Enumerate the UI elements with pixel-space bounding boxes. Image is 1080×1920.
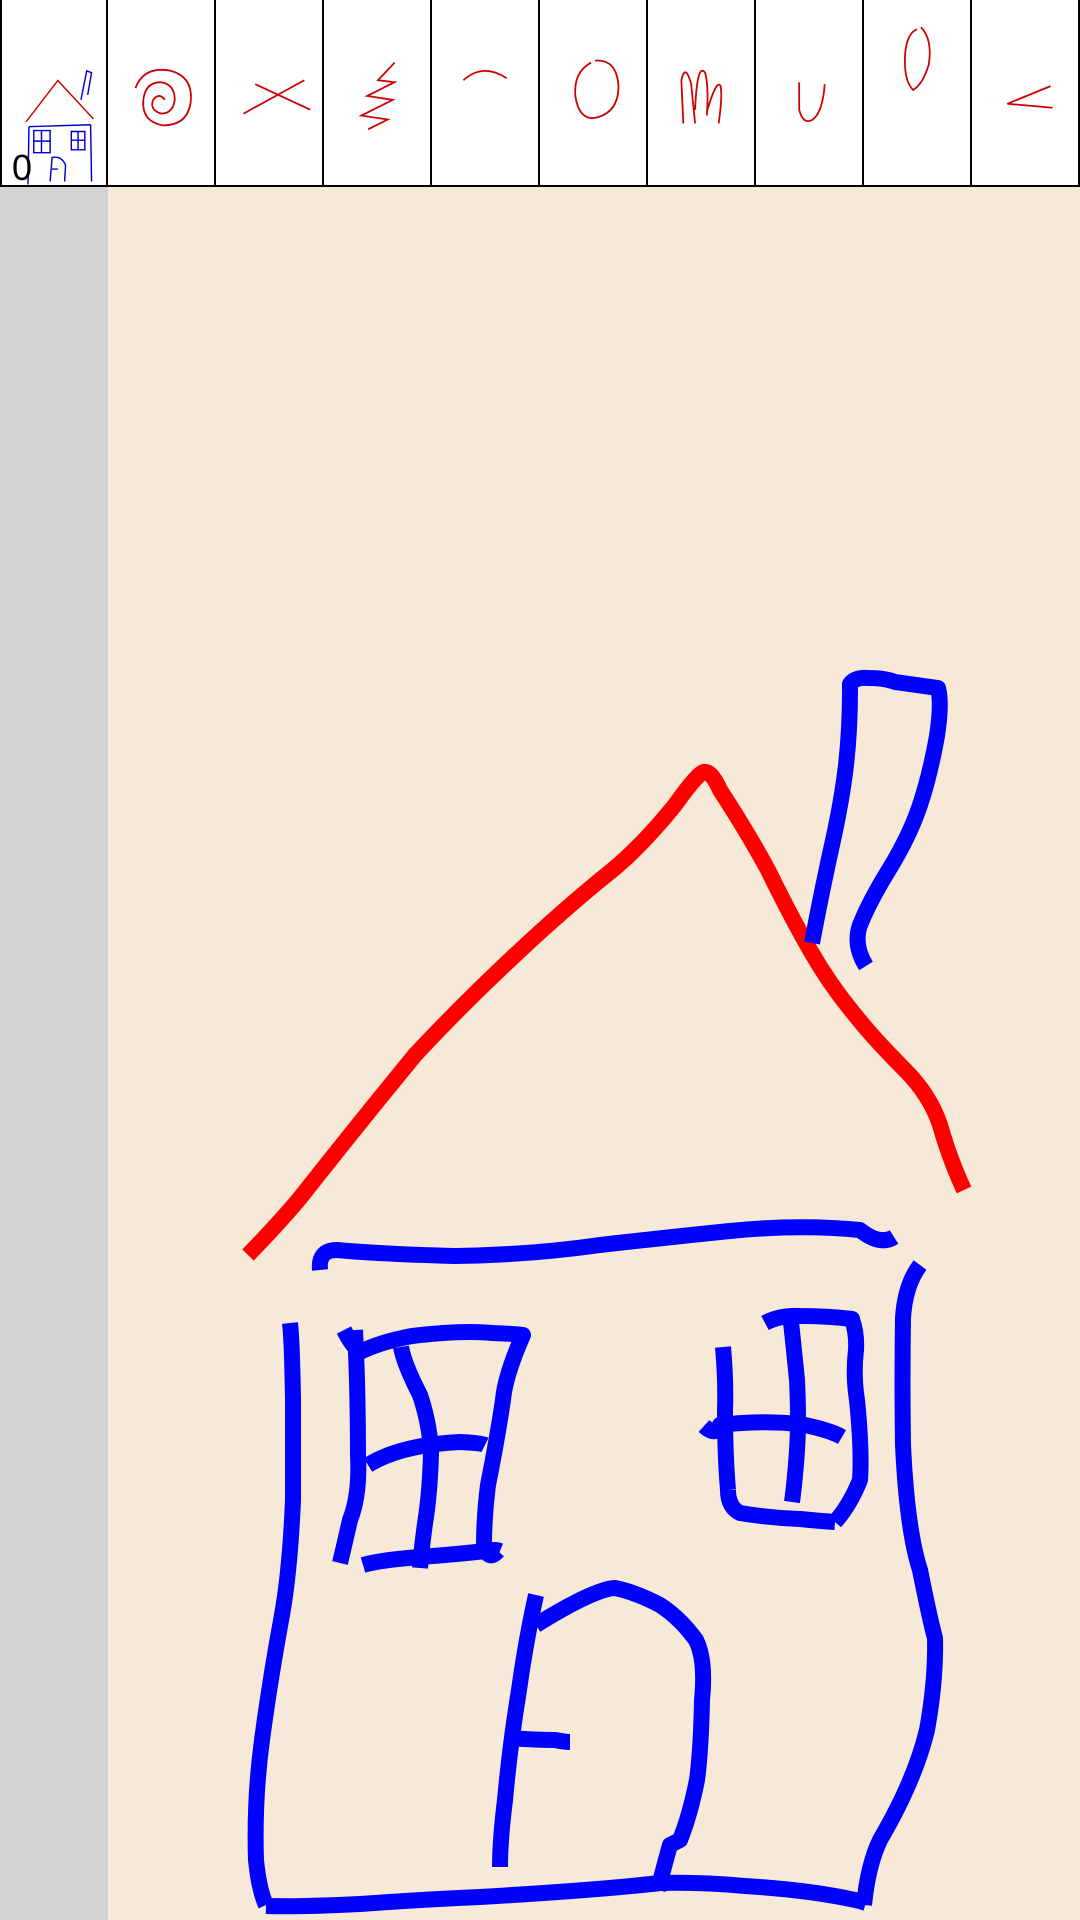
ceiling-line xyxy=(311,1219,899,1271)
house-drawing xyxy=(242,669,972,1915)
chimney-stroke xyxy=(804,669,948,971)
left-window-frame xyxy=(332,1329,367,1565)
right-window-mullion xyxy=(782,1312,806,1504)
left-window-sill xyxy=(360,1542,503,1573)
floor-line xyxy=(265,1874,869,1915)
right-window-sill xyxy=(720,1489,836,1530)
door-handle xyxy=(509,1730,571,1750)
left-wall xyxy=(247,1322,302,1909)
roof-stroke xyxy=(242,764,972,1261)
right-wall xyxy=(856,1260,944,1906)
